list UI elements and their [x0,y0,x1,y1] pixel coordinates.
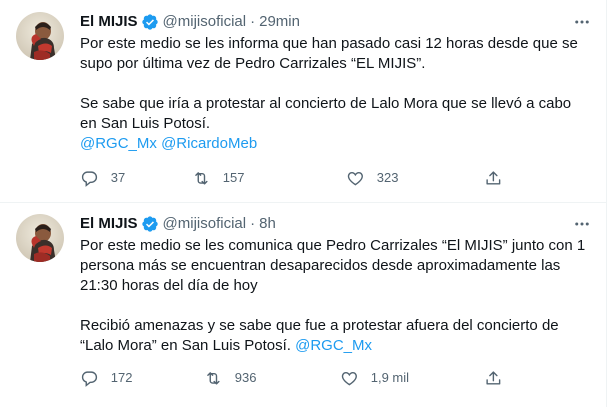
separator-dot: · [250,13,256,30]
more-dots-icon [575,20,589,24]
avatar[interactable] [16,214,64,262]
tweet-text-line: Por este medio se les informa que han pa… [80,35,578,52]
more-options-button[interactable] [571,214,593,234]
timestamp[interactable]: 29min [259,12,300,32]
share-button[interactable] [484,368,503,388]
retweet-count: 157 [222,170,245,185]
tweet-header: El MIJIS @mijisoficial · 29min [80,12,300,32]
tweet-text-line: Por este medio se les comunica que Pedro… [80,237,586,254]
tweet[interactable]: El MIJIS @mijisoficial · 8h Por este med… [0,202,607,407]
like-button[interactable]: 1,9 mil [340,368,409,388]
separator-dot: · [250,215,256,232]
mention-link[interactable]: @RGC_Mx [295,337,372,354]
tweet-text-line: Recibió amenazas y se sabe que fue a pro… [80,317,559,334]
retweet-button[interactable]: 936 [204,368,256,388]
verified-badge-icon [141,216,158,232]
more-options-button[interactable] [571,12,593,32]
like-icon [347,171,363,186]
avatar-image [16,214,64,262]
author-name[interactable]: El MIJIS [80,214,138,234]
reply-count: 172 [110,370,133,385]
tweet-text-line: 21:30 horas del día de hoy [80,277,258,294]
reply-count: 37 [110,170,126,185]
avatar[interactable] [16,12,64,60]
like-button[interactable]: 323 [346,168,398,188]
timestamp[interactable]: 8h [259,214,276,234]
tweet-text-line: persona más se encuentran desaparecidos … [80,257,561,274]
tweet-header: El MIJIS @mijisoficial · 8h [80,214,276,234]
share-button[interactable] [484,168,503,188]
like-count: 323 [376,170,399,185]
reply-button[interactable]: 172 [80,368,132,388]
retweet-icon [195,171,208,185]
reply-button[interactable]: 37 [80,168,125,188]
retweet-count: 936 [234,370,257,385]
reply-icon [81,371,98,387]
tweet-text-line: Se sabe que iría a protestar al conciert… [80,95,572,112]
like-count: 1,9 mil [370,370,410,385]
like-icon [341,371,357,386]
reply-icon [81,171,98,187]
share-icon [486,171,501,185]
verified-badge-icon [141,14,158,30]
retweet-icon [207,371,220,385]
share-icon [486,371,501,385]
mention-link[interactable]: @RGC_Mx [80,135,157,152]
tweet-feed: El MIJIS @mijisoficial · 29min Por este … [0,0,607,407]
tweet[interactable]: El MIJIS @mijisoficial · 29min Por este … [0,0,607,202]
author-handle[interactable]: @mijisoficial [163,214,247,234]
tweet-text-line: en San Luis Potosí. [80,115,211,132]
author-handle[interactable]: @mijisoficial [163,12,247,32]
mention-link[interactable]: @RicardoMeb [161,135,257,152]
tweet-text-segment: “Lalo Mora” en San Luis Potosí. [80,337,291,354]
retweet-button[interactable]: 157 [192,168,244,188]
avatar-image [16,12,64,60]
mentions-line: @RGC_Mx @RicardoMeb [80,134,590,154]
tweet-text-line: supo por última vez de Pedro Carrizales … [80,55,426,72]
author-name[interactable]: El MIJIS [80,12,138,32]
tweet-text: Por este medio se les comunica que Pedro… [80,236,590,356]
tweet-text-line: “Lalo Mora” en San Luis Potosí. @RGC_Mx [80,336,590,356]
tweet-text: Por este medio se les informa que han pa… [80,34,590,154]
more-dots-icon [575,222,589,226]
